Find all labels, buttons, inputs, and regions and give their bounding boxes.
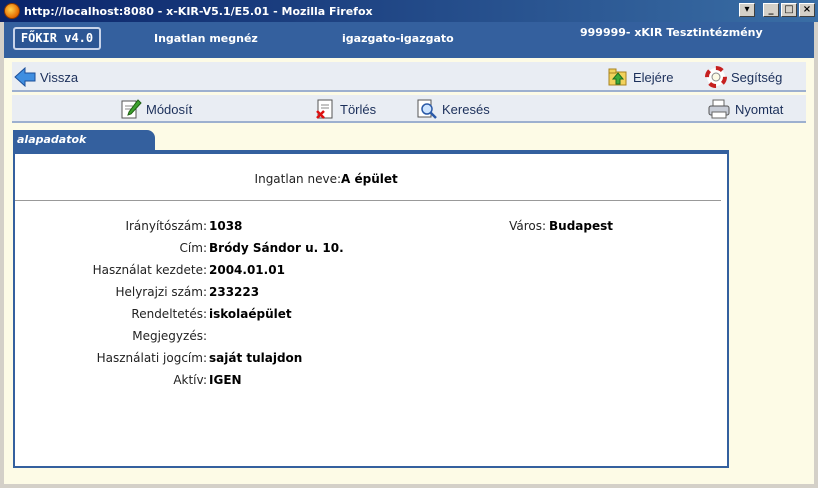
maximize-button[interactable]: □ xyxy=(781,3,797,17)
city-label: Város: xyxy=(509,219,546,233)
print-button[interactable]: Nyomtat xyxy=(707,98,783,120)
browser-content: FŐKIR v4.0 Ingatlan megnéz igazgato-igaz… xyxy=(4,22,814,484)
close-button[interactable]: × xyxy=(799,3,815,17)
delete-label: Törlés xyxy=(340,101,377,117)
search-icon xyxy=(417,99,437,119)
city-value: Budapest xyxy=(549,219,613,233)
help-button[interactable]: Segítség xyxy=(705,66,782,88)
institution-name: 999999- xKIR Tesztintézmény xyxy=(580,26,763,39)
field-value: iskolaépület xyxy=(209,307,292,321)
details-panel: Ingatlan neve: A épület Irányítószám: 10… xyxy=(13,150,729,468)
field-value: 2004.01.01 xyxy=(209,263,285,277)
delete-icon xyxy=(316,99,333,119)
folder-up-icon xyxy=(608,68,627,86)
field-value: IGEN xyxy=(209,373,242,387)
field-value: saját tulajdon xyxy=(209,351,303,365)
field-label: Irányítószám: xyxy=(125,219,207,233)
field-value: 233223 xyxy=(209,285,260,299)
window-titlebar: http://localhost:8080 - x-KIR-V5.1/E5.01… xyxy=(0,0,818,22)
edit-button[interactable]: Módosít xyxy=(120,98,192,120)
edit-label: Módosít xyxy=(146,101,193,117)
firefox-icon xyxy=(4,3,20,19)
page-title: Ingatlan megnéz xyxy=(154,32,258,45)
field-label: Használati jogcím: xyxy=(96,351,207,365)
app-header: FŐKIR v4.0 Ingatlan megnéz igazgato-igaz… xyxy=(4,22,814,58)
field-label: Rendeltetés: xyxy=(131,307,207,321)
top-button[interactable]: Elejére xyxy=(607,67,673,87)
window-controls: ▾ _ □ × xyxy=(739,3,815,17)
delete-button[interactable]: Törlés xyxy=(314,98,376,120)
lifebuoy-icon xyxy=(705,66,727,88)
print-label: Nyomtat xyxy=(735,101,784,117)
user-name: igazgato-igazgato xyxy=(342,32,454,45)
help-label: Segítség xyxy=(731,69,783,85)
field-label: Aktív: xyxy=(173,373,207,387)
edit-icon xyxy=(121,99,142,119)
search-label: Keresés xyxy=(442,101,490,117)
field-label: Használat kezdete: xyxy=(92,263,207,277)
search-button[interactable]: Keresés xyxy=(416,98,490,120)
field-value: Bródy Sándor u. 10. xyxy=(209,241,344,255)
back-button[interactable]: Vissza xyxy=(14,67,78,87)
app-logo: FŐKIR v4.0 xyxy=(13,27,101,50)
top-label: Elejére xyxy=(633,69,674,85)
field-label: Megjegyzés: xyxy=(132,329,207,343)
window-title: http://localhost:8080 - x-KIR-V5.1/E5.01… xyxy=(24,4,373,18)
dropdown-button[interactable]: ▾ xyxy=(739,3,755,17)
navigation-bar: Vissza Elejére Segítség xyxy=(12,62,806,92)
back-label: Vissza xyxy=(40,69,79,85)
name-label: Ingatlan neve: xyxy=(254,172,341,186)
field-value: 1038 xyxy=(209,219,243,233)
field-label: Cím: xyxy=(179,241,207,255)
printer-icon xyxy=(708,99,730,119)
name-value: A épület xyxy=(341,172,398,186)
divider xyxy=(15,200,721,201)
action-bar: Módosít Törlés Keresés Nyomtat xyxy=(12,95,806,123)
back-arrow-icon xyxy=(14,67,36,87)
minimize-button[interactable]: _ xyxy=(763,3,779,17)
field-label: Helyrajzi szám: xyxy=(115,285,207,299)
